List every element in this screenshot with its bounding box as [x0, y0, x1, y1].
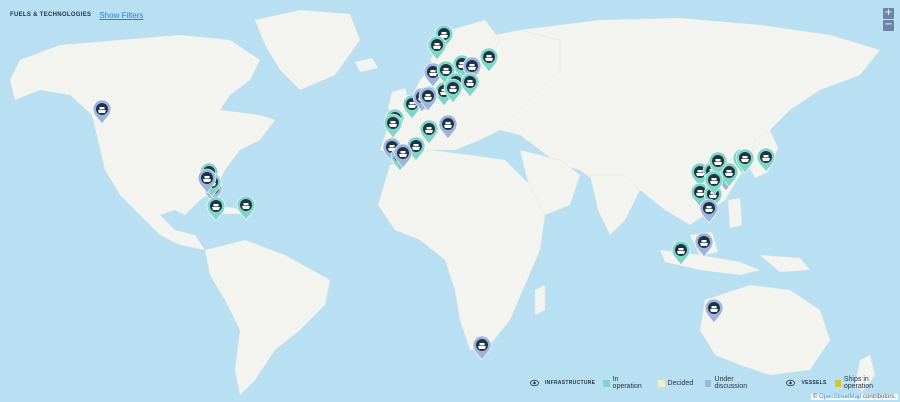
swatch [705, 379, 712, 387]
filters-bar: FUELS & TECHNOLOGIES Show Filters [0, 0, 900, 30]
legend-label: Decided [667, 379, 694, 387]
legend-label: Under discussion [714, 376, 748, 390]
attribution-suffix: contributors. [861, 394, 896, 400]
legend-item-ships-in-operation[interactable]: Ships in operation [834, 376, 894, 390]
legend-item-in-operation[interactable]: In operation [603, 376, 645, 390]
swatch [657, 379, 665, 387]
show-filters-link[interactable]: Show Filters [99, 11, 143, 20]
vessels-label: VESSELS [801, 380, 827, 386]
swatch [603, 379, 610, 387]
legend-label: In operation [612, 376, 642, 390]
eye-icon[interactable] [786, 379, 796, 387]
map-attribution: © OpenStreetMap contributors. [810, 394, 898, 400]
world-map[interactable] [0, 0, 900, 402]
zoom-controls: + − [883, 8, 894, 31]
legend-label: Ships in operation [843, 376, 874, 390]
legend-item-decided[interactable]: Decided [657, 379, 694, 387]
philippines [727, 197, 743, 229]
madagascar [534, 284, 546, 316]
eye-icon[interactable] [530, 379, 539, 387]
infrastructure-label: INFRASTRUCTURE [544, 380, 596, 386]
legend-item-under-discussion[interactable]: Under discussion [705, 376, 762, 390]
zoom-out-button[interactable]: − [883, 20, 894, 31]
swatch [834, 379, 841, 387]
legend: INFRASTRUCTURE In operation Decided Unde… [530, 374, 900, 392]
osm-link[interactable]: OpenStreetMap [819, 394, 861, 400]
filters-title: FUELS & TECHNOLOGIES [10, 12, 92, 18]
zoom-in-button[interactable]: + [883, 8, 894, 19]
